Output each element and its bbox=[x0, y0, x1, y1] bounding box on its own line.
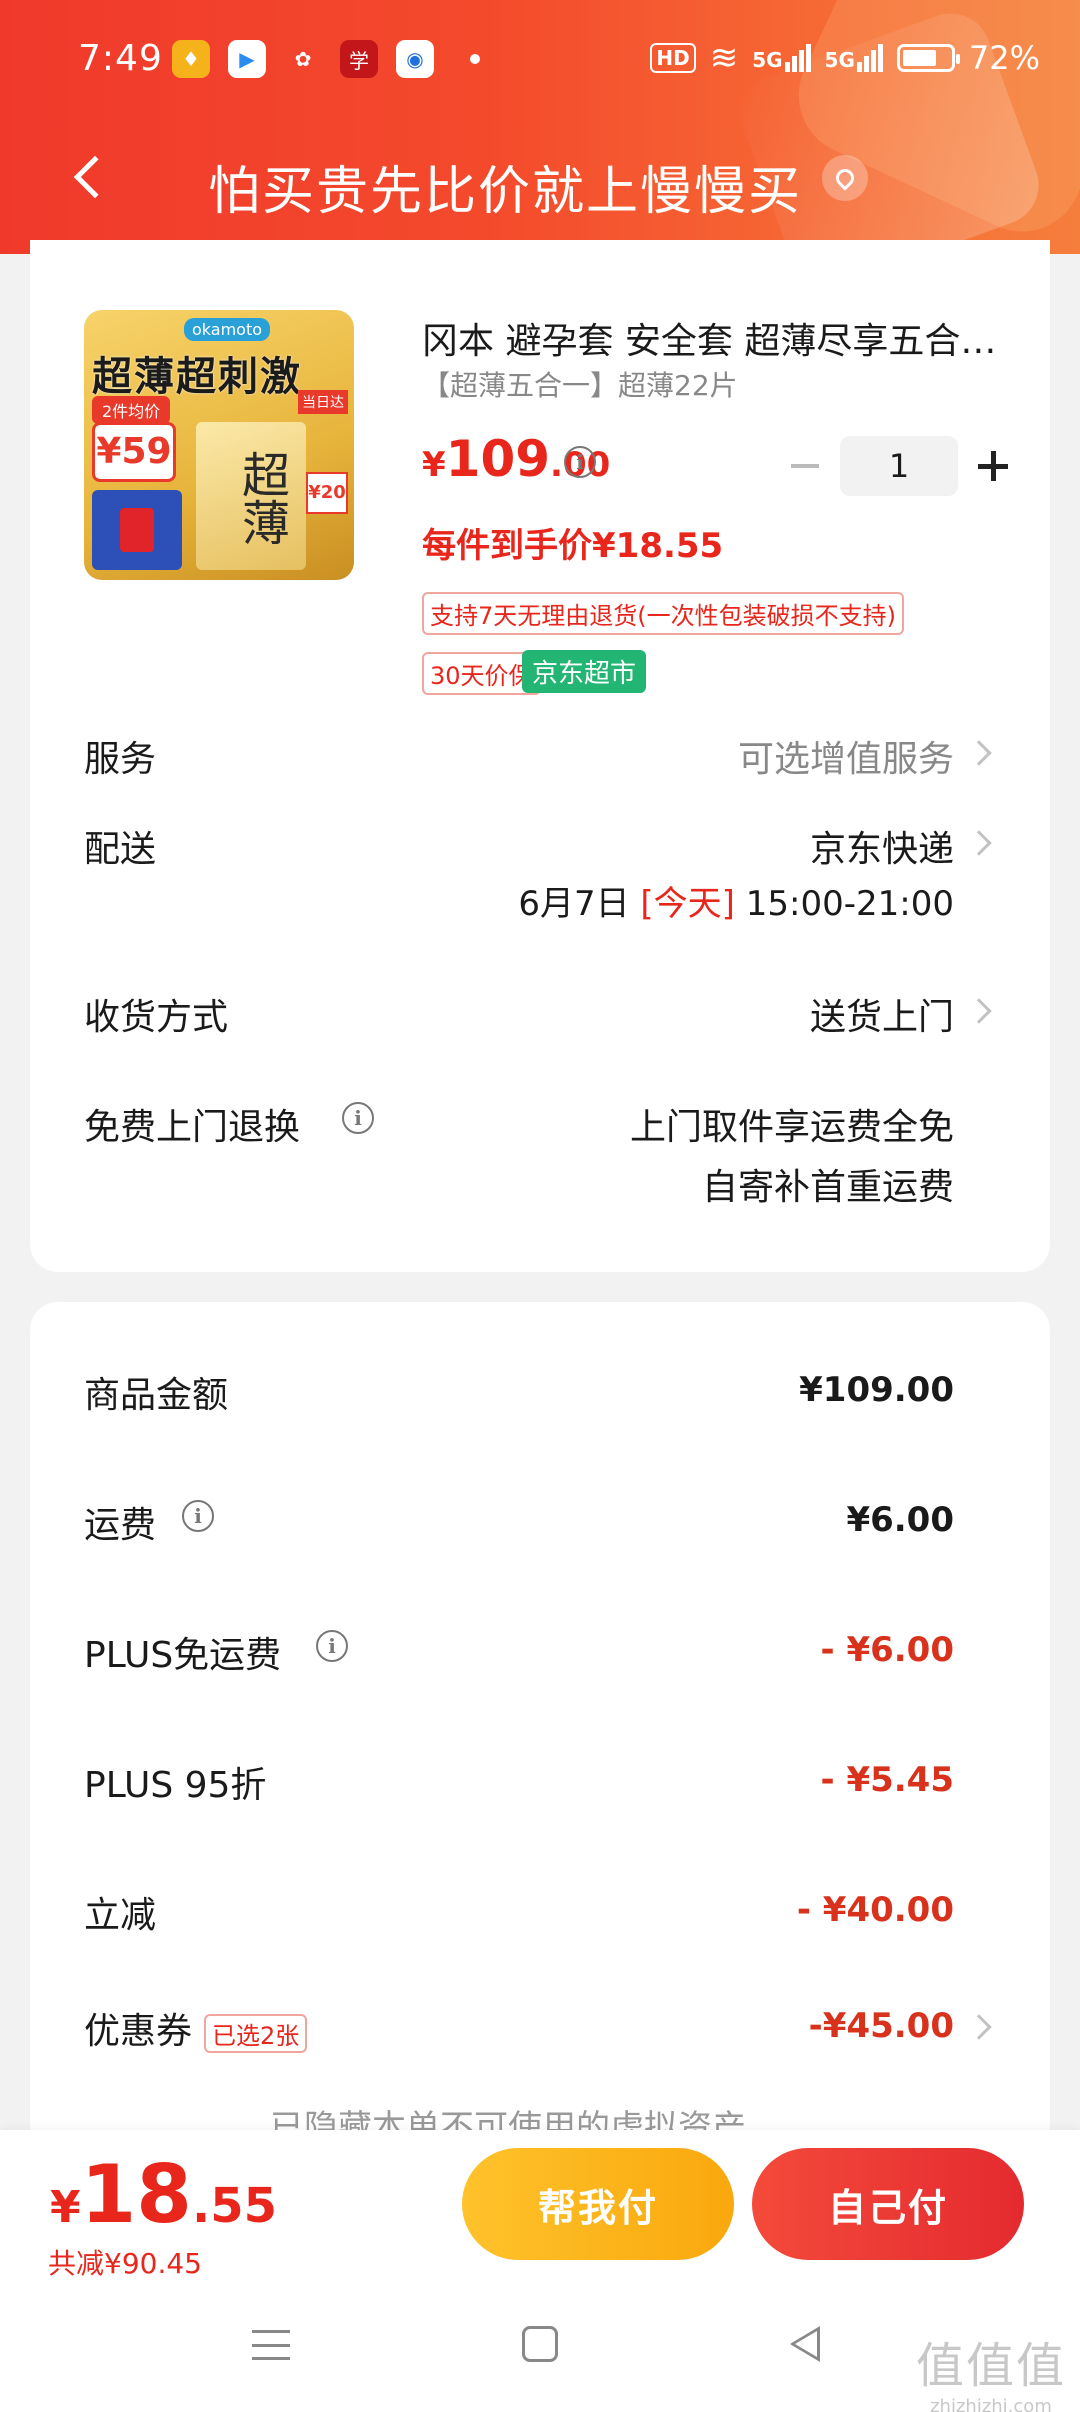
free-return-value: 上门取件享运费全免 bbox=[629, 1107, 954, 1148]
help-pay-button[interactable]: 帮我付 bbox=[462, 2148, 734, 2260]
app-notification-icon: ♦ bbox=[172, 40, 210, 78]
free-return-label: 免费上门退换 bbox=[84, 1107, 301, 1148]
image-headline: 超薄超刺激 bbox=[92, 354, 302, 400]
more-notifications-dot bbox=[470, 54, 480, 64]
status-time: 7:49 bbox=[78, 38, 163, 79]
free-return-value-2: 自寄补首重运费 bbox=[701, 1167, 954, 1208]
decrease-button[interactable] bbox=[770, 436, 840, 496]
brand-logo: okamoto bbox=[184, 318, 271, 341]
back-button[interactable] bbox=[58, 147, 118, 207]
image-today-tag: 当日达 bbox=[298, 390, 348, 414]
study-app-icon: 学 bbox=[340, 40, 378, 78]
home-icon[interactable] bbox=[522, 2326, 558, 2362]
plus-info-icon[interactable]: i bbox=[316, 1630, 348, 1662]
service-value[interactable]: 可选增值服务 bbox=[738, 730, 954, 782]
quantity-value[interactable]: 1 bbox=[840, 436, 958, 496]
self-pay-button[interactable]: 自己付 bbox=[752, 2148, 1024, 2260]
hd-icon: HD bbox=[650, 43, 696, 73]
coupon-badge: 已选2张 bbox=[204, 2013, 308, 2053]
status-right: HD ≋ 5G 5G 72% bbox=[650, 38, 1040, 78]
product-title[interactable]: 冈本 避孕套 安全套 超薄尽享五合一 22片 bbox=[422, 312, 1032, 364]
signal-icon: 5G bbox=[752, 44, 811, 72]
shipping-label: 运费 bbox=[84, 1505, 157, 1546]
chevron-right-icon bbox=[966, 740, 992, 766]
chevron-right-icon bbox=[966, 2014, 992, 2040]
header-bar: 7:49 ♦ ▶ ✿ 学 ◉ HD ≋ 5G 5G 72% 怕买贵先比价就上慢慢… bbox=[0, 0, 1080, 254]
minus-icon bbox=[791, 464, 819, 468]
app-grid-icon: ✿ bbox=[294, 47, 312, 71]
receive-method-value[interactable]: 送货上门 bbox=[810, 988, 954, 1040]
instant-discount-label: 立减 bbox=[84, 1895, 157, 1936]
battery-icon bbox=[896, 44, 960, 72]
service-label: 服务 bbox=[84, 739, 157, 780]
plus-free-shipping-label: PLUS免运费 bbox=[84, 1635, 282, 1676]
increase-button[interactable] bbox=[958, 436, 1028, 496]
shipping-value: ¥6.00 bbox=[846, 1500, 954, 1540]
price-summary-card: 商品金额 ¥109.00 运费 i ¥6.00 PLUS免运费 i - ¥6.0… bbox=[30, 1302, 1050, 2152]
checkout-bar: ¥18.55 共减¥90.45 帮我付 自己付 值值值 zhizhizhi.co… bbox=[0, 2130, 1080, 2412]
gift-box-graphic bbox=[92, 490, 182, 570]
total-price: ¥18.55 bbox=[50, 2148, 277, 2241]
battery-percent: 72% bbox=[968, 39, 1040, 77]
chevron-right-icon bbox=[966, 830, 992, 856]
product-spec: 【超薄五合一】超薄22片 bbox=[422, 369, 738, 402]
receive-method-label: 收货方式 bbox=[84, 997, 229, 1038]
back-arrow-icon bbox=[73, 155, 117, 199]
plus-discount-label: PLUS 95折 bbox=[84, 1765, 267, 1806]
instant-discount-value: - ¥40.00 bbox=[796, 1890, 954, 1930]
play-app-icon: ▶ bbox=[228, 40, 266, 78]
shipping-info-icon[interactable]: i bbox=[182, 1500, 214, 1532]
delivery-label: 配送 bbox=[84, 829, 157, 870]
goods-amount-label: 商品金额 bbox=[84, 1375, 229, 1416]
chat-app-icon: ◉ bbox=[396, 40, 434, 78]
order-card: okamoto 超薄超刺激 2件均价 ¥59 超薄 当日达 ¥20 冈本 避孕套… bbox=[30, 240, 1050, 1272]
status-bar: 7:49 ♦ ▶ ✿ 学 ◉ HD ≋ 5G 5G 72% bbox=[0, 0, 1080, 125]
total-saved: 共减¥90.45 bbox=[48, 2247, 202, 2280]
nav-bar: 怕买贵先比价就上慢慢买 bbox=[0, 125, 1080, 235]
signal-icon: 5G bbox=[825, 44, 883, 72]
chevron-right-icon bbox=[966, 998, 992, 1024]
return-info-icon[interactable]: i bbox=[342, 1102, 374, 1134]
per-item-price: 每件到手价¥18.55 bbox=[422, 526, 724, 566]
location-pin-icon[interactable] bbox=[822, 155, 868, 201]
recent-apps-icon[interactable] bbox=[252, 2330, 290, 2360]
quantity-stepper: 1 bbox=[770, 436, 1028, 496]
plus-discount-value: - ¥5.45 bbox=[820, 1760, 955, 1800]
coupon-label: 优惠券 已选2张 bbox=[84, 2002, 308, 2054]
plus-free-shipping-value: - ¥6.00 bbox=[820, 1630, 955, 1670]
store-tag: 京东超市 bbox=[522, 650, 647, 693]
delivery-time: 6月7日 [今天] 15:00-21:00 bbox=[518, 884, 954, 924]
goods-amount-value: ¥109.00 bbox=[799, 1370, 954, 1410]
coupon-value[interactable]: -¥45.00 bbox=[809, 2006, 954, 2046]
page-title: 怕买贵先比价就上慢慢买 bbox=[208, 162, 803, 222]
system-back-icon[interactable] bbox=[790, 2326, 820, 2362]
return-policy-tag: 支持7天无理由退货(一次性包装破损不支持) bbox=[422, 592, 904, 635]
watermark: 值值值 zhizhizhi.com bbox=[915, 2338, 1066, 2412]
image-box-label: 超薄 bbox=[233, 450, 289, 546]
product-image[interactable]: okamoto 超薄超刺激 2件均价 ¥59 超薄 当日达 ¥20 bbox=[84, 310, 354, 580]
delivery-value[interactable]: 京东快递 bbox=[810, 820, 954, 872]
image-price: ¥59 bbox=[92, 422, 176, 482]
wifi-icon: ≋ bbox=[709, 38, 739, 78]
image-promo-tag: 2件均价 bbox=[92, 396, 171, 424]
price-info-icon[interactable]: i bbox=[564, 446, 596, 478]
image-coupon: ¥20 bbox=[306, 472, 348, 514]
notification-icons: ♦ ▶ ✿ 学 ◉ bbox=[172, 40, 480, 78]
